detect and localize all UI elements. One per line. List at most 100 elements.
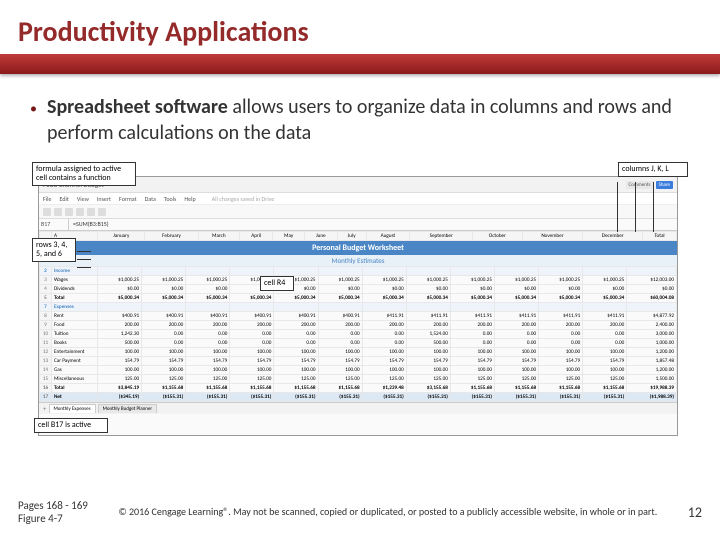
cell[interactable]: 154.79 xyxy=(142,357,186,366)
comments-button[interactable]: Comments xyxy=(626,181,654,189)
menu-tools[interactable]: Tools xyxy=(164,195,176,202)
cell-reference[interactable]: B17 xyxy=(39,219,69,230)
cell[interactable]: 154.79 xyxy=(539,357,583,366)
cell[interactable] xyxy=(494,303,538,312)
cell[interactable] xyxy=(362,303,406,312)
cell[interactable]: 154.79 xyxy=(583,357,627,366)
cell[interactable]: 0.00 xyxy=(539,330,583,339)
cell[interactable]: 125.00 xyxy=(274,375,318,384)
undo-icon[interactable] xyxy=(43,208,51,216)
cell[interactable] xyxy=(230,303,274,312)
cell[interactable]: 1,857.48 xyxy=(627,357,677,366)
cell[interactable]: $1,000.25 xyxy=(494,276,538,285)
cell[interactable]: $1,000.25 xyxy=(539,276,583,285)
cell[interactable]: $0.00 xyxy=(318,285,362,294)
cell[interactable]: 100.00 xyxy=(362,348,406,357)
cell[interactable]: 100.00 xyxy=(318,366,362,375)
row-number[interactable]: 4 xyxy=(40,285,52,294)
cell[interactable]: $60,004.08 xyxy=(627,294,677,303)
cell[interactable]: 100.00 xyxy=(142,348,186,357)
cell[interactable]: 0.00 xyxy=(539,339,583,348)
cell[interactable] xyxy=(494,267,538,276)
cell[interactable]: 1,242.30 xyxy=(98,330,142,339)
cell[interactable]: 154.79 xyxy=(494,357,538,366)
cell[interactable]: 100.00 xyxy=(274,348,318,357)
cell[interactable]: ($155.31) xyxy=(142,393,186,402)
row-number[interactable]: 5 xyxy=(40,294,52,303)
cell[interactable]: ($155.31) xyxy=(583,393,627,402)
row-label[interactable]: Dividends xyxy=(52,285,98,294)
row-label[interactable]: Total xyxy=(52,384,98,393)
row-number[interactable]: 7 xyxy=(40,303,52,312)
cell[interactable]: 100.00 xyxy=(450,348,494,357)
cell[interactable]: $0.00 xyxy=(186,285,230,294)
row-label[interactable]: Books xyxy=(52,339,98,348)
menu-insert[interactable]: Insert xyxy=(97,195,111,202)
cell[interactable]: $1,155.68 xyxy=(494,384,538,393)
cell[interactable]: 154.79 xyxy=(406,357,450,366)
cell[interactable]: $5,000.34 xyxy=(494,294,538,303)
cell[interactable]: 154.79 xyxy=(318,357,362,366)
cell[interactable]: 0.00 xyxy=(450,330,494,339)
cell[interactable]: 125.00 xyxy=(450,375,494,384)
cell[interactable]: ($155.31) xyxy=(230,393,274,402)
cell[interactable]: 100.00 xyxy=(318,348,362,357)
cell[interactable]: $0.00 xyxy=(362,285,406,294)
cell[interactable]: 1,524.00 xyxy=(406,330,450,339)
cell[interactable]: 0.00 xyxy=(583,330,627,339)
col-header[interactable]: November xyxy=(522,232,583,241)
cell[interactable]: 200.00 xyxy=(494,321,538,330)
cell[interactable]: 100.00 xyxy=(494,366,538,375)
row-number[interactable]: 9 xyxy=(40,321,52,330)
row-label[interactable]: Entertainment xyxy=(52,348,98,357)
row-label[interactable]: Car Payment xyxy=(52,357,98,366)
col-header[interactable]: January xyxy=(98,232,145,241)
cell[interactable] xyxy=(186,267,230,276)
cell[interactable]: $1,000.25 xyxy=(583,276,627,285)
cell[interactable]: $5,000.34 xyxy=(274,294,318,303)
cell[interactable]: $5,000.34 xyxy=(230,294,274,303)
menu-data[interactable]: Data xyxy=(145,195,156,202)
cell[interactable]: $400.91 xyxy=(98,312,142,321)
row-label[interactable]: Wages xyxy=(52,276,98,285)
cell[interactable]: 500.00 xyxy=(406,339,450,348)
cell[interactable] xyxy=(318,267,362,276)
cell[interactable]: $0.00 xyxy=(98,285,142,294)
cell[interactable] xyxy=(230,267,274,276)
cell[interactable]: $5,000.34 xyxy=(406,294,450,303)
cell[interactable]: $411.91 xyxy=(539,312,583,321)
cell[interactable]: 1,000.00 xyxy=(627,339,677,348)
cell[interactable]: $400.91 xyxy=(230,312,274,321)
cell[interactable]: 200.00 xyxy=(186,321,230,330)
cell[interactable]: 1,500.00 xyxy=(627,375,677,384)
cell[interactable]: 125.00 xyxy=(494,375,538,384)
row-number[interactable]: 13 xyxy=(40,357,52,366)
cell[interactable]: 100.00 xyxy=(142,366,186,375)
cell[interactable]: 200.00 xyxy=(583,321,627,330)
row-number[interactable]: 11 xyxy=(40,339,52,348)
cell[interactable] xyxy=(539,303,583,312)
cell[interactable]: $1,000.25 xyxy=(186,276,230,285)
cell[interactable]: 500.00 xyxy=(98,339,142,348)
cell[interactable]: ($155.31) xyxy=(450,393,494,402)
cell[interactable]: 154.79 xyxy=(274,357,318,366)
cell[interactable]: $1,155.68 xyxy=(274,384,318,393)
cell[interactable]: 100.00 xyxy=(583,366,627,375)
cell[interactable]: 100.00 xyxy=(539,348,583,357)
cell[interactable]: 100.00 xyxy=(230,366,274,375)
menu-view[interactable]: View xyxy=(77,195,89,202)
cell[interactable]: 154.79 xyxy=(230,357,274,366)
formula-bar[interactable]: =SUM(B3:B15) xyxy=(69,219,677,230)
cell[interactable]: $1,000.25 xyxy=(406,276,450,285)
cell[interactable]: 0.00 xyxy=(450,339,494,348)
row-label[interactable]: Gas xyxy=(52,366,98,375)
cell[interactable]: $4,877.92 xyxy=(627,312,677,321)
cell[interactable]: 100.00 xyxy=(230,348,274,357)
tab-budget-planner[interactable]: Monthly Budget Planner xyxy=(98,404,158,413)
cell[interactable]: 0.00 xyxy=(494,339,538,348)
cell[interactable]: 200.00 xyxy=(274,321,318,330)
col-header[interactable]: December xyxy=(583,232,643,241)
cell[interactable]: ($155.31) xyxy=(362,393,406,402)
menu-format[interactable]: Format xyxy=(119,195,137,202)
col-header[interactable]: June xyxy=(304,232,337,241)
